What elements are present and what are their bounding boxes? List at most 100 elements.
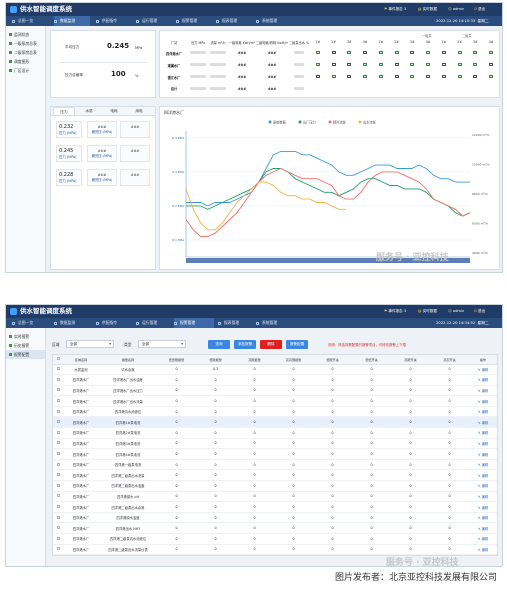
edit-link[interactable]: ✎ 编辑: [469, 480, 497, 492]
add-alarm-button[interactable]: 添加报警: [234, 340, 256, 349]
row-checkbox[interactable]: [56, 441, 60, 445]
table-row[interactable]: 四洋港水厂 四洋港原水浊度 0 0 0 0 0 0 0 0 ✎ 编辑: [53, 512, 497, 524]
row-checkbox[interactable]: [56, 494, 60, 498]
edit-link[interactable]: ✎ 编辑: [469, 406, 497, 418]
tab-pressure[interactable]: 压力: [53, 107, 75, 115]
menu-report[interactable]: 报表管理: [216, 16, 237, 26]
select-all-checkbox[interactable]: [56, 357, 60, 361]
pump-status-icon[interactable]: [457, 74, 462, 79]
pump-status-icon[interactable]: [378, 62, 383, 67]
pump-status-icon[interactable]: [363, 74, 368, 79]
logout-button[interactable]: ⏻ 退出: [474, 6, 485, 13]
row-checkbox[interactable]: [56, 505, 60, 509]
sidebar-item-secondary-pump[interactable]: 二级泵房总表: [6, 48, 45, 57]
table-row[interactable]: 四洋港水厂 四洋港2#泵电流 0 0 0 0 0 0 0 0 ✎ 编辑: [53, 427, 497, 439]
row-checkbox[interactable]: [56, 473, 60, 477]
row-checkbox[interactable]: [56, 367, 60, 371]
sidebar-item-plant-design[interactable]: 厂区设计: [6, 66, 45, 75]
table-row[interactable]: 四洋港水厂 四洋港二级泵出水流量 0 0 0 0 0 0 0 0 ✎ 编辑: [53, 469, 497, 482]
edit-link[interactable]: ✎ 编辑: [469, 438, 497, 450]
row-checkbox[interactable]: [56, 388, 60, 392]
row-checkbox[interactable]: [56, 536, 60, 540]
pump-status-icon[interactable]: [426, 62, 431, 67]
table-row[interactable]: 水质监测 清水余氯 0 0.3 0 0 0 0 0 0 ✎ 编辑: [53, 364, 497, 376]
tab-energy[interactable]: 电耗: [103, 107, 125, 115]
pump-status-icon[interactable]: [410, 50, 415, 55]
menu-alarm[interactable]: 报警管理: [174, 318, 214, 328]
pump-status-icon[interactable]: [426, 50, 431, 55]
pump-status-icon[interactable]: [315, 50, 320, 55]
alarm-config-button[interactable]: 报警配置: [286, 340, 308, 349]
edit-link[interactable]: ✎ 编辑: [469, 501, 497, 513]
table-row[interactable]: 四洋港水厂 四洋港水厂出水压力 0 0 0 0 0 0 0 0 ✎ 编辑: [53, 385, 497, 397]
table-row[interactable]: 四洋港水厂 四洋港原水 pH 0 0 0 0 0 0 0 0 ✎ 编辑: [53, 491, 497, 503]
pump-status-icon[interactable]: [473, 62, 478, 67]
menu-supply-command[interactable]: 供配指令: [96, 318, 117, 328]
table-row[interactable]: 四洋港水厂 四洋港出水 NH3 0 0 0 0 0 0 0 0 ✎ 编辑: [53, 522, 497, 534]
row-checkbox[interactable]: [56, 399, 60, 403]
menu-operation[interactable]: 运行管理: [136, 16, 157, 26]
pump-status-icon[interactable]: [315, 74, 320, 79]
edit-link[interactable]: ✎ 编辑: [469, 491, 497, 503]
region-select[interactable]: 全部 ▾: [66, 340, 114, 348]
sidebar-item-monitor-status[interactable]: 监测状态: [6, 30, 45, 39]
pump-status-icon[interactable]: [394, 62, 399, 67]
pump-status-icon[interactable]: [331, 62, 336, 67]
pump-status-icon[interactable]: [363, 62, 368, 67]
menu-system[interactable]: 系统管理: [256, 16, 277, 26]
pump-status-icon[interactable]: [441, 62, 446, 67]
menu-supply-command[interactable]: 供配指令: [96, 16, 117, 26]
pump-status-icon[interactable]: [378, 50, 383, 55]
edit-link[interactable]: ✎ 编辑: [469, 469, 497, 482]
menu-alarm[interactable]: 报警管理: [176, 16, 197, 26]
table-row[interactable]: 四洋港水厂 四洋港二级泵出水流量仪表 0 0 0 0 0 0 0 0 ✎ 编辑: [53, 544, 497, 556]
edit-link[interactable]: ✎ 编辑: [469, 395, 497, 407]
pump-status-icon[interactable]: [394, 74, 399, 79]
pump-status-icon[interactable]: [378, 74, 383, 79]
edit-link[interactable]: ✎ 编辑: [469, 512, 497, 524]
menu-data-monitor[interactable]: 数据监测: [54, 318, 75, 328]
table-row[interactable]: 四洋港水厂 四洋港二级泵出水余氯 0 0 0 0 0 0 0 0 ✎ 编辑: [53, 501, 497, 513]
edit-link[interactable]: ✎ 编辑: [469, 459, 497, 471]
pump-status-icon[interactable]: [363, 50, 368, 55]
edit-link[interactable]: ✎ 编辑: [469, 522, 497, 534]
pump-status-icon[interactable]: [426, 74, 431, 79]
sidebar-item-realtime-alarm[interactable]: 实时报警: [6, 332, 45, 341]
table-row[interactable]: 四洋港水厂 四洋港二级泵清水池液位 0 0 0 0 0 0 0 0 ✎ 编辑: [53, 533, 497, 545]
pump-status-icon[interactable]: [347, 50, 352, 55]
table-row[interactable]: 四洋港水厂 四洋港水厂出水流量 0 0 0 0 0 0 0 0 ✎ 编辑: [53, 395, 497, 407]
sidebar-item-history-alarm[interactable]: 历史报警: [6, 341, 45, 350]
menu-operation[interactable]: 运行管理: [136, 318, 157, 328]
user-menu[interactable]: ☺ admin: [448, 6, 464, 13]
table-row[interactable]: 四洋港水厂 四洋港二级泵出水浊度 0 0 0 0 0 0 0 0 ✎ 编辑: [53, 480, 497, 492]
row-checkbox[interactable]: [56, 409, 60, 413]
row-checkbox[interactable]: [56, 462, 60, 466]
pump-status-icon[interactable]: [394, 50, 399, 55]
pump-status-icon[interactable]: [331, 74, 336, 79]
edit-link[interactable]: ✎ 编辑: [469, 364, 497, 376]
logout-button[interactable]: ⏻ 退出: [474, 308, 485, 315]
realtime-data-link[interactable]: ▤ 实时数据: [418, 6, 437, 13]
pump-status-icon[interactable]: [441, 74, 446, 79]
user-menu[interactable]: ☺ admin: [448, 308, 464, 315]
pump-status-icon[interactable]: [489, 62, 494, 67]
menu-report[interactable]: 报表管理: [218, 318, 239, 328]
query-button[interactable]: 查询: [208, 340, 230, 349]
table-row[interactable]: 四洋港水厂 四洋港清水池液位 0 0 0 0 0 0 0 0 ✎ 编辑: [53, 406, 497, 418]
pump-status-icon[interactable]: [489, 50, 494, 55]
row-checkbox[interactable]: [56, 377, 60, 381]
pump-status-icon[interactable]: [473, 74, 478, 79]
edit-link[interactable]: ✎ 编辑: [469, 374, 497, 386]
menu-data-monitor[interactable]: 数据监测: [54, 16, 90, 26]
menu-overview[interactable]: 总图一览: [12, 16, 33, 26]
pump-status-icon[interactable]: [410, 62, 415, 67]
row-checkbox[interactable]: [56, 420, 60, 424]
edit-link[interactable]: ✎ 编辑: [469, 544, 497, 556]
tab-quality[interactable]: 水质: [78, 107, 100, 115]
row-checkbox[interactable]: [56, 547, 60, 551]
pump-status-icon[interactable]: [410, 74, 415, 79]
row-checkbox[interactable]: [56, 430, 60, 434]
table-row[interactable]: 四洋港水厂 四洋港一级泵电流 0 0 0 0 0 0 0 0 ✎ 编辑: [53, 459, 497, 471]
pump-status-icon[interactable]: [489, 74, 494, 79]
alarm-report-link[interactable]: ⚑ 事件报告 3: [384, 6, 406, 13]
